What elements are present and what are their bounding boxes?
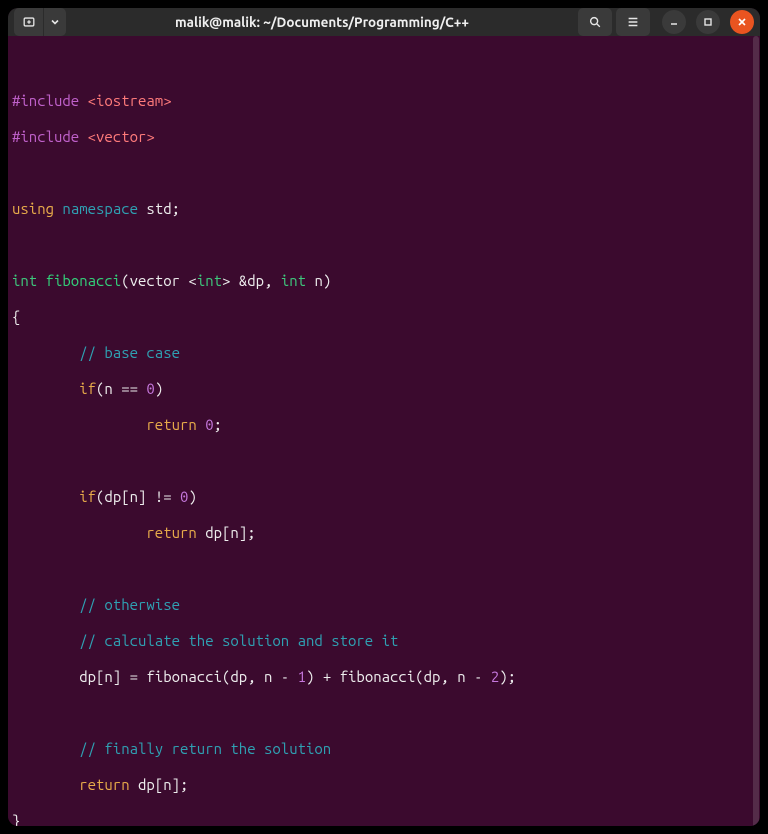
code-line: return dp[n]; [12, 776, 756, 794]
minimize-button[interactable] [662, 10, 686, 34]
code-line [12, 164, 756, 182]
code-line [12, 560, 756, 578]
window-title: malik@malik: ~/Documents/Programming/C++ [70, 14, 574, 30]
code-line: if(dp[n] != 0) [12, 488, 756, 506]
chevron-down-icon [50, 17, 60, 27]
minimize-icon [669, 17, 679, 27]
code-line: using namespace std; [12, 200, 756, 218]
hamburger-icon [626, 15, 640, 29]
maximize-icon [703, 17, 713, 27]
code-line: // otherwise [12, 596, 756, 614]
new-tab-group [14, 8, 66, 36]
code-line: int fibonacci(vector <int> &dp, int n) [12, 272, 756, 290]
code-line: #include <vector> [12, 128, 756, 146]
code-line: dp[n] = fibonacci(dp, n - 1) + fibonacci… [12, 668, 756, 686]
code-line: return dp[n]; [12, 524, 756, 542]
scrollbar-thumb[interactable] [753, 36, 759, 826]
scrollbar[interactable] [752, 36, 760, 826]
window-controls [662, 10, 754, 34]
code-line: // base case [12, 344, 756, 362]
code-line: // finally return the solution [12, 740, 756, 758]
new-tab-icon [22, 15, 36, 29]
new-tab-button[interactable] [14, 8, 44, 36]
code-line [12, 452, 756, 470]
terminal-window: malik@malik: ~/Documents/Programming/C++… [8, 8, 760, 826]
code-line [12, 704, 756, 722]
code-line: } [12, 812, 756, 826]
code-line [12, 236, 756, 254]
code-line: { [12, 308, 756, 326]
titlebar: malik@malik: ~/Documents/Programming/C++ [8, 8, 760, 36]
code-line: return 0; [12, 416, 756, 434]
terminal-viewport[interactable]: #include <iostream> #include <vector> us… [8, 36, 760, 826]
maximize-button[interactable] [696, 10, 720, 34]
code-line: if(n == 0) [12, 380, 756, 398]
close-button[interactable] [730, 10, 754, 34]
new-tab-dropdown[interactable] [44, 8, 66, 36]
close-icon [737, 17, 747, 27]
search-icon [588, 15, 602, 29]
code-area: #include <iostream> #include <vector> us… [12, 74, 756, 826]
code-line: #include <iostream> [12, 92, 756, 110]
hamburger-menu-button[interactable] [616, 8, 650, 36]
code-line: // calculate the solution and store it [12, 632, 756, 650]
search-button[interactable] [578, 8, 612, 36]
